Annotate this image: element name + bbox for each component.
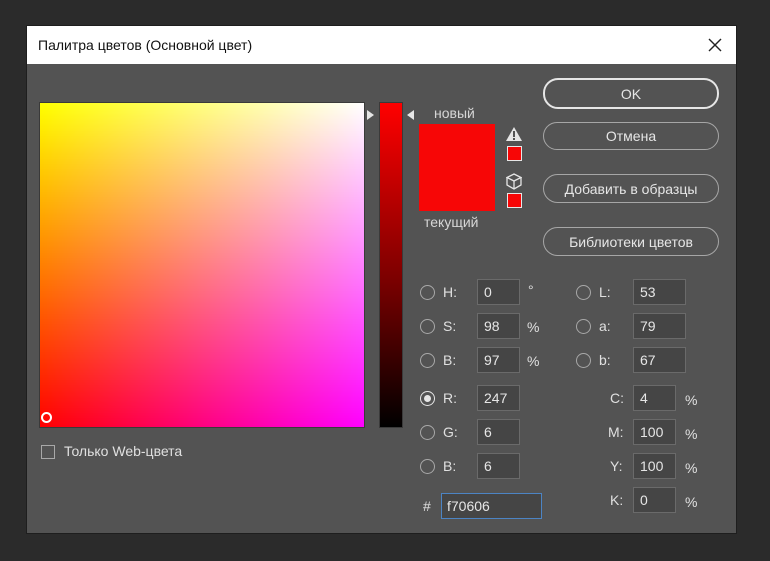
- radio-s[interactable]: [420, 319, 435, 334]
- hex-input[interactable]: f70606: [441, 493, 542, 519]
- label-blue: B:: [443, 458, 457, 474]
- radio-blue[interactable]: [420, 459, 435, 474]
- radio-a[interactable]: [576, 319, 591, 334]
- label-r: R:: [443, 390, 457, 406]
- radio-g[interactable]: [420, 425, 435, 440]
- warning-triangle-icon[interactable]: [505, 126, 523, 142]
- unit-c: %: [685, 392, 698, 408]
- input-s[interactable]: 98: [477, 313, 520, 339]
- unit-m: %: [685, 426, 698, 442]
- close-button[interactable]: [702, 32, 728, 58]
- unit-s: %: [527, 319, 540, 335]
- ok-button[interactable]: OK: [543, 78, 719, 109]
- window-title: Палитра цветов (Основной цвет): [38, 37, 253, 53]
- unit-h: °: [528, 282, 534, 298]
- slider-handle-left[interactable]: [367, 110, 374, 120]
- input-h[interactable]: 0: [477, 279, 520, 305]
- label-y: Y:: [610, 458, 623, 474]
- input-brightness[interactable]: 97: [477, 347, 520, 373]
- input-k[interactable]: 0: [633, 487, 676, 513]
- web-safe-swatch[interactable]: [508, 194, 521, 207]
- color-libraries-button[interactable]: Библиотеки цветов: [543, 227, 719, 256]
- unit-k: %: [685, 494, 698, 510]
- radio-r[interactable]: [420, 391, 435, 406]
- gamut-warning-swatch[interactable]: [508, 147, 521, 160]
- title-bar: Палитра цветов (Основной цвет): [27, 26, 736, 64]
- radio-brightness[interactable]: [420, 353, 435, 368]
- current-color-swatch[interactable]: [419, 168, 495, 211]
- label-g: G:: [443, 424, 458, 440]
- label-lab-b: b:: [599, 352, 611, 368]
- web-colors-only-checkbox[interactable]: [41, 445, 55, 459]
- color-field[interactable]: [40, 103, 364, 427]
- add-to-swatches-button[interactable]: Добавить в образцы: [543, 174, 719, 203]
- color-field-marker[interactable]: [41, 412, 52, 423]
- hex-symbol: #: [423, 498, 431, 514]
- input-m[interactable]: 100: [633, 419, 676, 445]
- label-a: a:: [599, 318, 611, 334]
- label-m: M:: [608, 424, 624, 440]
- new-color-swatch: [419, 124, 495, 168]
- slider-handle-right[interactable]: [407, 110, 414, 120]
- new-color-label: новый: [434, 105, 475, 121]
- label-s: S:: [443, 318, 457, 334]
- label-brightness: B:: [443, 352, 457, 368]
- input-a[interactable]: 79: [633, 313, 686, 339]
- current-color-label: текущий: [424, 214, 479, 230]
- radio-h[interactable]: [420, 285, 435, 300]
- label-c: C:: [610, 390, 624, 406]
- web-colors-only-label: Только Web-цвета: [64, 443, 183, 459]
- input-l[interactable]: 53: [633, 279, 686, 305]
- input-blue[interactable]: 6: [477, 453, 520, 479]
- color-picker-dialog: Палитра цветов (Основной цвет) новый тек…: [27, 26, 736, 533]
- close-icon: [708, 38, 722, 52]
- color-field-overlay: [40, 103, 364, 427]
- label-h: H:: [443, 284, 457, 300]
- input-y[interactable]: 100: [633, 453, 676, 479]
- input-c[interactable]: 4: [633, 385, 676, 411]
- radio-l[interactable]: [576, 285, 591, 300]
- cancel-button[interactable]: Отмена: [543, 122, 719, 150]
- input-r[interactable]: 247: [477, 385, 520, 411]
- channel-slider[interactable]: [380, 103, 402, 427]
- label-k: K:: [610, 492, 624, 508]
- input-lab-b[interactable]: 67: [633, 347, 686, 373]
- unit-y: %: [685, 460, 698, 476]
- unit-brightness: %: [527, 353, 540, 369]
- radio-lab-b[interactable]: [576, 353, 591, 368]
- label-l: L:: [599, 284, 611, 300]
- cube-icon[interactable]: [506, 173, 522, 190]
- input-g[interactable]: 6: [477, 419, 520, 445]
